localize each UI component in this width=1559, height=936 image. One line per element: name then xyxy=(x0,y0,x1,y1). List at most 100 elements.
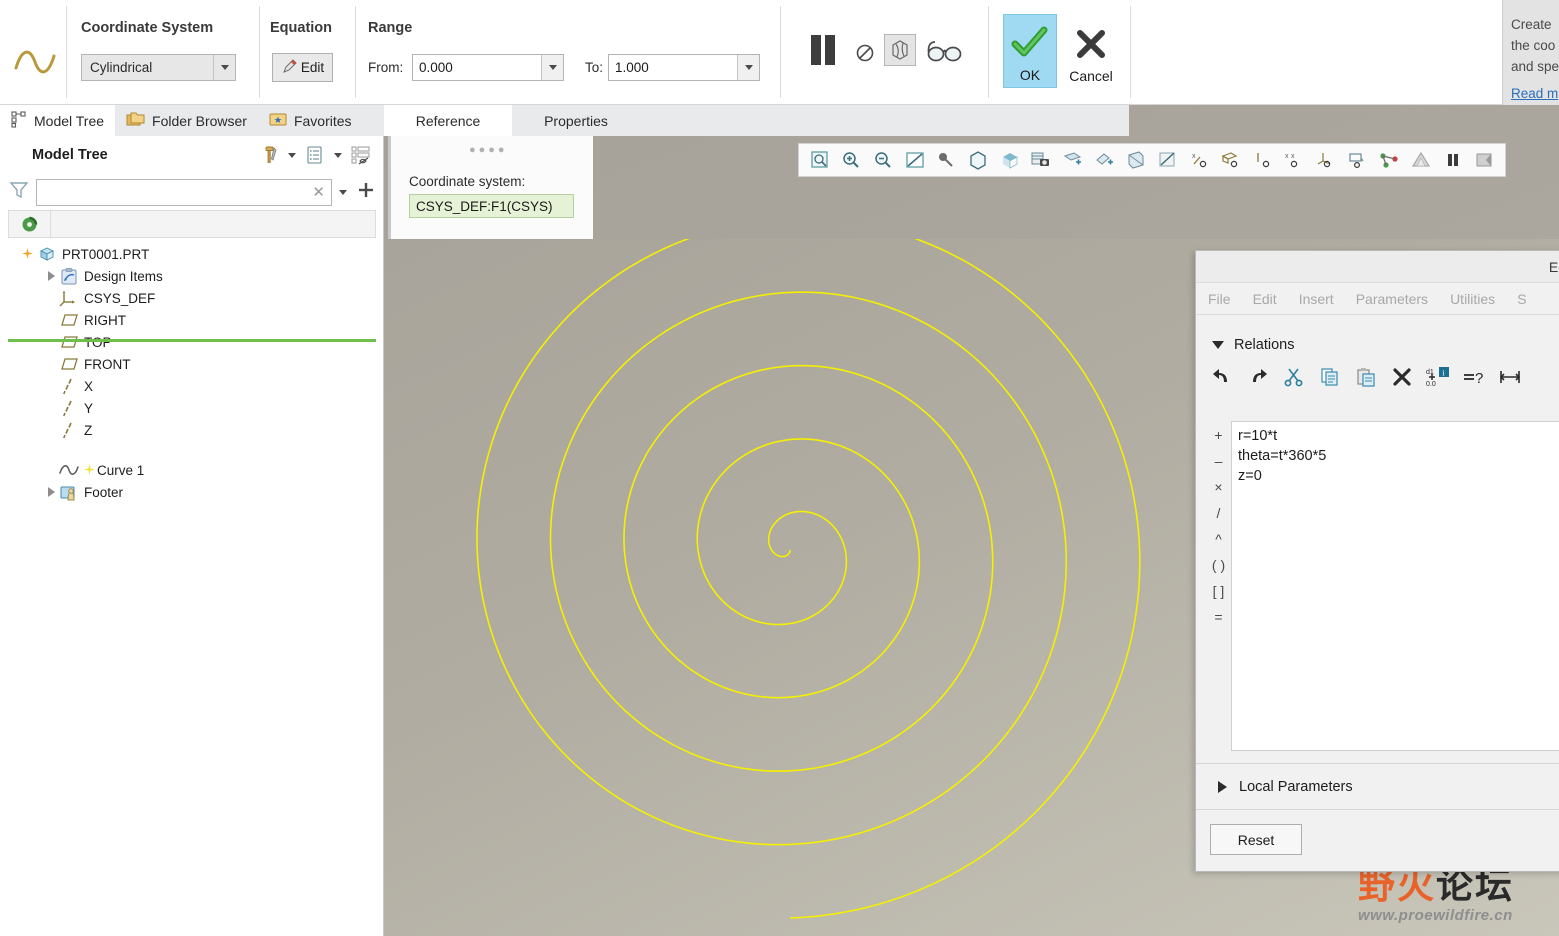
tab-favorites[interactable]: Favorites xyxy=(258,105,363,136)
tree-item-design-items[interactable]: Design Items xyxy=(0,265,384,287)
coordinate-system-collector[interactable]: CSYS_DEF:F1(CSYS) xyxy=(409,194,574,218)
connections-icon[interactable] xyxy=(1375,146,1405,174)
pause-icon[interactable] xyxy=(1438,146,1468,174)
menu-file[interactable]: File xyxy=(1208,291,1231,307)
axis-display-icon[interactable] xyxy=(1090,146,1120,174)
menu-show[interactable]: S xyxy=(1517,291,1526,307)
spin-center-icon[interactable] xyxy=(932,146,962,174)
zoom-out-icon[interactable] xyxy=(868,146,898,174)
insert-here-indicator[interactable] xyxy=(8,339,376,342)
plus-icon[interactable] xyxy=(356,180,376,205)
axis-tag-icon[interactable] xyxy=(1248,146,1278,174)
insert-dimension-icon[interactable]: d1 0.0 i xyxy=(1426,364,1450,390)
tab-properties[interactable]: Properties xyxy=(512,105,640,136)
view-capture-icon[interactable] xyxy=(1026,146,1056,174)
glasses-icon[interactable] xyxy=(926,36,964,66)
menu-insert[interactable]: Insert xyxy=(1299,291,1334,307)
copy-icon[interactable] xyxy=(1318,364,1342,390)
edit-equation-button[interactable]: Edit xyxy=(272,53,333,82)
tab-reference[interactable]: Reference xyxy=(384,105,512,136)
chevron-down-icon[interactable] xyxy=(285,143,299,167)
mesh-display-icon[interactable] xyxy=(1406,146,1436,174)
operator-parentheses[interactable]: ( ) xyxy=(1212,555,1225,575)
point-tag-icon[interactable]: xx xyxy=(1280,146,1310,174)
csys-display-icon[interactable] xyxy=(1216,146,1246,174)
tab-folder-browser[interactable]: Folder Browser xyxy=(115,105,258,136)
verify-icon[interactable]: ? xyxy=(1462,364,1486,390)
operator-equals[interactable]: = xyxy=(1214,607,1222,627)
relations-dialog-titlebar[interactable]: Eq xyxy=(1196,251,1559,283)
chevron-down-icon[interactable] xyxy=(737,55,759,80)
relations-dialog[interactable]: Eq File Edit Insert Parameters Utilities… xyxy=(1195,250,1559,872)
panel-grip-handle[interactable]: ●●●● xyxy=(469,144,593,156)
tree-item-z[interactable]: Z xyxy=(0,419,384,441)
tree-item-prt0001-prt[interactable]: PRT0001.PRT xyxy=(0,243,384,265)
cancel-button[interactable]: Cancel xyxy=(1059,14,1123,88)
operator-multiply[interactable]: × xyxy=(1214,477,1222,497)
chevron-right-icon[interactable] xyxy=(44,269,58,283)
plane-display-icon[interactable] xyxy=(1058,146,1088,174)
display-style-icon[interactable] xyxy=(995,146,1025,174)
no-preview-icon[interactable] xyxy=(852,40,878,66)
perspective-icon[interactable] xyxy=(1121,146,1151,174)
tree-item-front[interactable]: FRONT xyxy=(0,353,384,375)
chevron-down-icon[interactable] xyxy=(541,55,563,80)
point-display-icon[interactable]: x xyxy=(1185,146,1215,174)
tree-item-x[interactable]: X xyxy=(0,375,384,397)
refresh-tree-icon[interactable] xyxy=(9,211,51,237)
funnel-icon[interactable] xyxy=(8,180,30,205)
reset-button[interactable]: Reset xyxy=(1210,824,1302,855)
zoom-to-fit-icon[interactable] xyxy=(805,146,835,174)
chevron-right-icon[interactable] xyxy=(44,485,58,499)
range-from-input[interactable]: 0.000 xyxy=(412,54,564,81)
annotation-display-icon[interactable] xyxy=(1153,146,1183,174)
sheet-icon[interactable] xyxy=(1469,146,1499,174)
tree-item-y[interactable]: Y xyxy=(0,397,384,419)
clear-x-icon[interactable]: ✕ xyxy=(312,183,325,201)
menu-edit[interactable]: Edit xyxy=(1253,291,1277,307)
operator-plus[interactable]: + xyxy=(1214,425,1222,445)
list-display-icon[interactable] xyxy=(302,142,328,168)
chevron-down-icon[interactable] xyxy=(213,55,235,80)
range-to-input[interactable]: 1.000 xyxy=(608,54,760,81)
tree-item-csys-def[interactable]: CSYS_DEF xyxy=(0,287,384,309)
tree-item-curve-1[interactable]: Curve 1 xyxy=(0,459,384,481)
relations-section-header[interactable]: Relations xyxy=(1196,337,1559,353)
preview-geometry-icon[interactable] xyxy=(884,34,916,66)
paste-icon[interactable] xyxy=(1354,364,1378,390)
operator-brackets[interactable]: [ ] xyxy=(1213,581,1225,601)
model-tree-list[interactable]: PRT0001.PRT Design Items CSYS_DEF RIGHT TOP F… xyxy=(0,243,384,933)
operator-power[interactable]: ^ xyxy=(1215,529,1222,549)
coordinate-system-select[interactable]: Cylindrical xyxy=(81,54,236,81)
menu-utilities[interactable]: Utilities xyxy=(1450,291,1495,307)
zoom-in-icon[interactable] xyxy=(837,146,867,174)
local-parameters-section[interactable]: Local Parameters xyxy=(1196,763,1559,809)
chevron-right-icon[interactable] xyxy=(1218,780,1227,793)
redo-icon[interactable] xyxy=(1246,364,1270,390)
ok-button[interactable]: OK xyxy=(1003,14,1057,88)
hammer-wrench-icon[interactable] xyxy=(256,142,282,168)
pause-icon[interactable] xyxy=(806,34,840,66)
menu-parameters[interactable]: Parameters xyxy=(1356,291,1428,307)
tree-item-right[interactable]: RIGHT xyxy=(0,309,384,331)
tree-item-footer[interactable]: Footer xyxy=(0,481,384,503)
delete-x-icon[interactable] xyxy=(1390,364,1414,390)
search-input[interactable]: ✕ xyxy=(36,178,332,206)
csys-tag-icon[interactable] xyxy=(1311,146,1341,174)
tree-item-top[interactable]: TOP xyxy=(0,331,384,353)
tab-model-tree[interactable]: Model Tree xyxy=(0,105,116,136)
chevron-down-icon[interactable] xyxy=(1212,341,1224,349)
operator-divide[interactable]: / xyxy=(1217,503,1221,523)
tree-filter-hidden-icon[interactable] xyxy=(348,142,374,168)
relations-text-editor[interactable]: r=10*t theta=t*360*5 z=0 xyxy=(1231,421,1559,751)
operator-minus[interactable]: – xyxy=(1215,451,1223,471)
cut-icon[interactable] xyxy=(1282,364,1306,390)
chevron-down-icon[interactable] xyxy=(331,143,345,167)
repaint-icon[interactable] xyxy=(900,146,930,174)
undo-icon[interactable] xyxy=(1210,364,1234,390)
measure-icon[interactable] xyxy=(1498,364,1522,390)
read-more-link[interactable]: Read m xyxy=(1511,83,1559,104)
named-views-icon[interactable] xyxy=(963,146,993,174)
chevron-down-icon[interactable] xyxy=(336,180,350,204)
annotation-tag-icon[interactable] xyxy=(1343,146,1373,174)
